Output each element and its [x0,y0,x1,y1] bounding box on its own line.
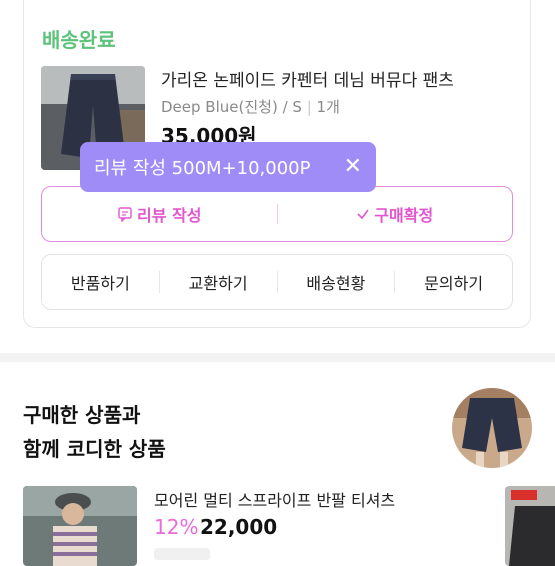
option-label: Deep Blue(진청) / S [161,98,302,116]
quantity-label: 1개 [316,98,340,116]
exchange-button[interactable]: 교환하기 [160,270,277,294]
secondary-actions: 반품하기 교환하기 배송현황 문의하기 [41,254,513,310]
recommend-title-line1: 구매한 상품과 [23,403,141,427]
close-icon[interactable]: ✕ [344,156,362,178]
check-icon [356,207,370,221]
product-option: Deep Blue(진청) / S | 1개 [161,96,340,117]
recommend-item-badge [154,548,210,560]
primary-actions: 리뷰 작성 구매확정 [41,186,513,242]
review-icon [117,206,133,222]
recommend-item-name[interactable]: 모어린 멀티 스프라이프 반팔 티셔츠 [154,487,395,511]
order-status: 배송완료 [42,28,116,52]
review-reward-tooltip: 리뷰 작성 500M+10,000P ✕ [80,142,376,192]
recommend-title-line2: 함께 코디한 상품 [23,437,166,461]
confirm-purchase-label: 구매확정 [374,206,434,225]
coordi-product-image[interactable] [452,388,532,468]
recommend-item-price: 22,000 [200,515,278,539]
section-divider [0,353,555,362]
product-name[interactable]: 가리온 논페이드 카펜터 데님 버뮤다 팬츠 [161,66,454,91]
return-button[interactable]: 반품하기 [42,270,159,294]
confirm-purchase-button[interactable]: 구매확정 [278,202,513,226]
write-review-button[interactable]: 리뷰 작성 [42,202,277,226]
tooltip-text: 리뷰 작성 500M+10,000P [94,158,311,179]
recommend-title: 구매한 상품과 함께 코디한 상품 [23,398,166,466]
write-review-label: 리뷰 작성 [137,206,202,225]
option-separator: | [306,98,312,116]
recommend-item-image-2[interactable] [505,486,555,566]
recommend-item-image[interactable] [23,486,137,566]
recommend-item-discount: 12% [154,515,199,539]
inquiry-button[interactable]: 문의하기 [395,270,512,294]
delivery-status-button[interactable]: 배송현황 [278,270,395,294]
